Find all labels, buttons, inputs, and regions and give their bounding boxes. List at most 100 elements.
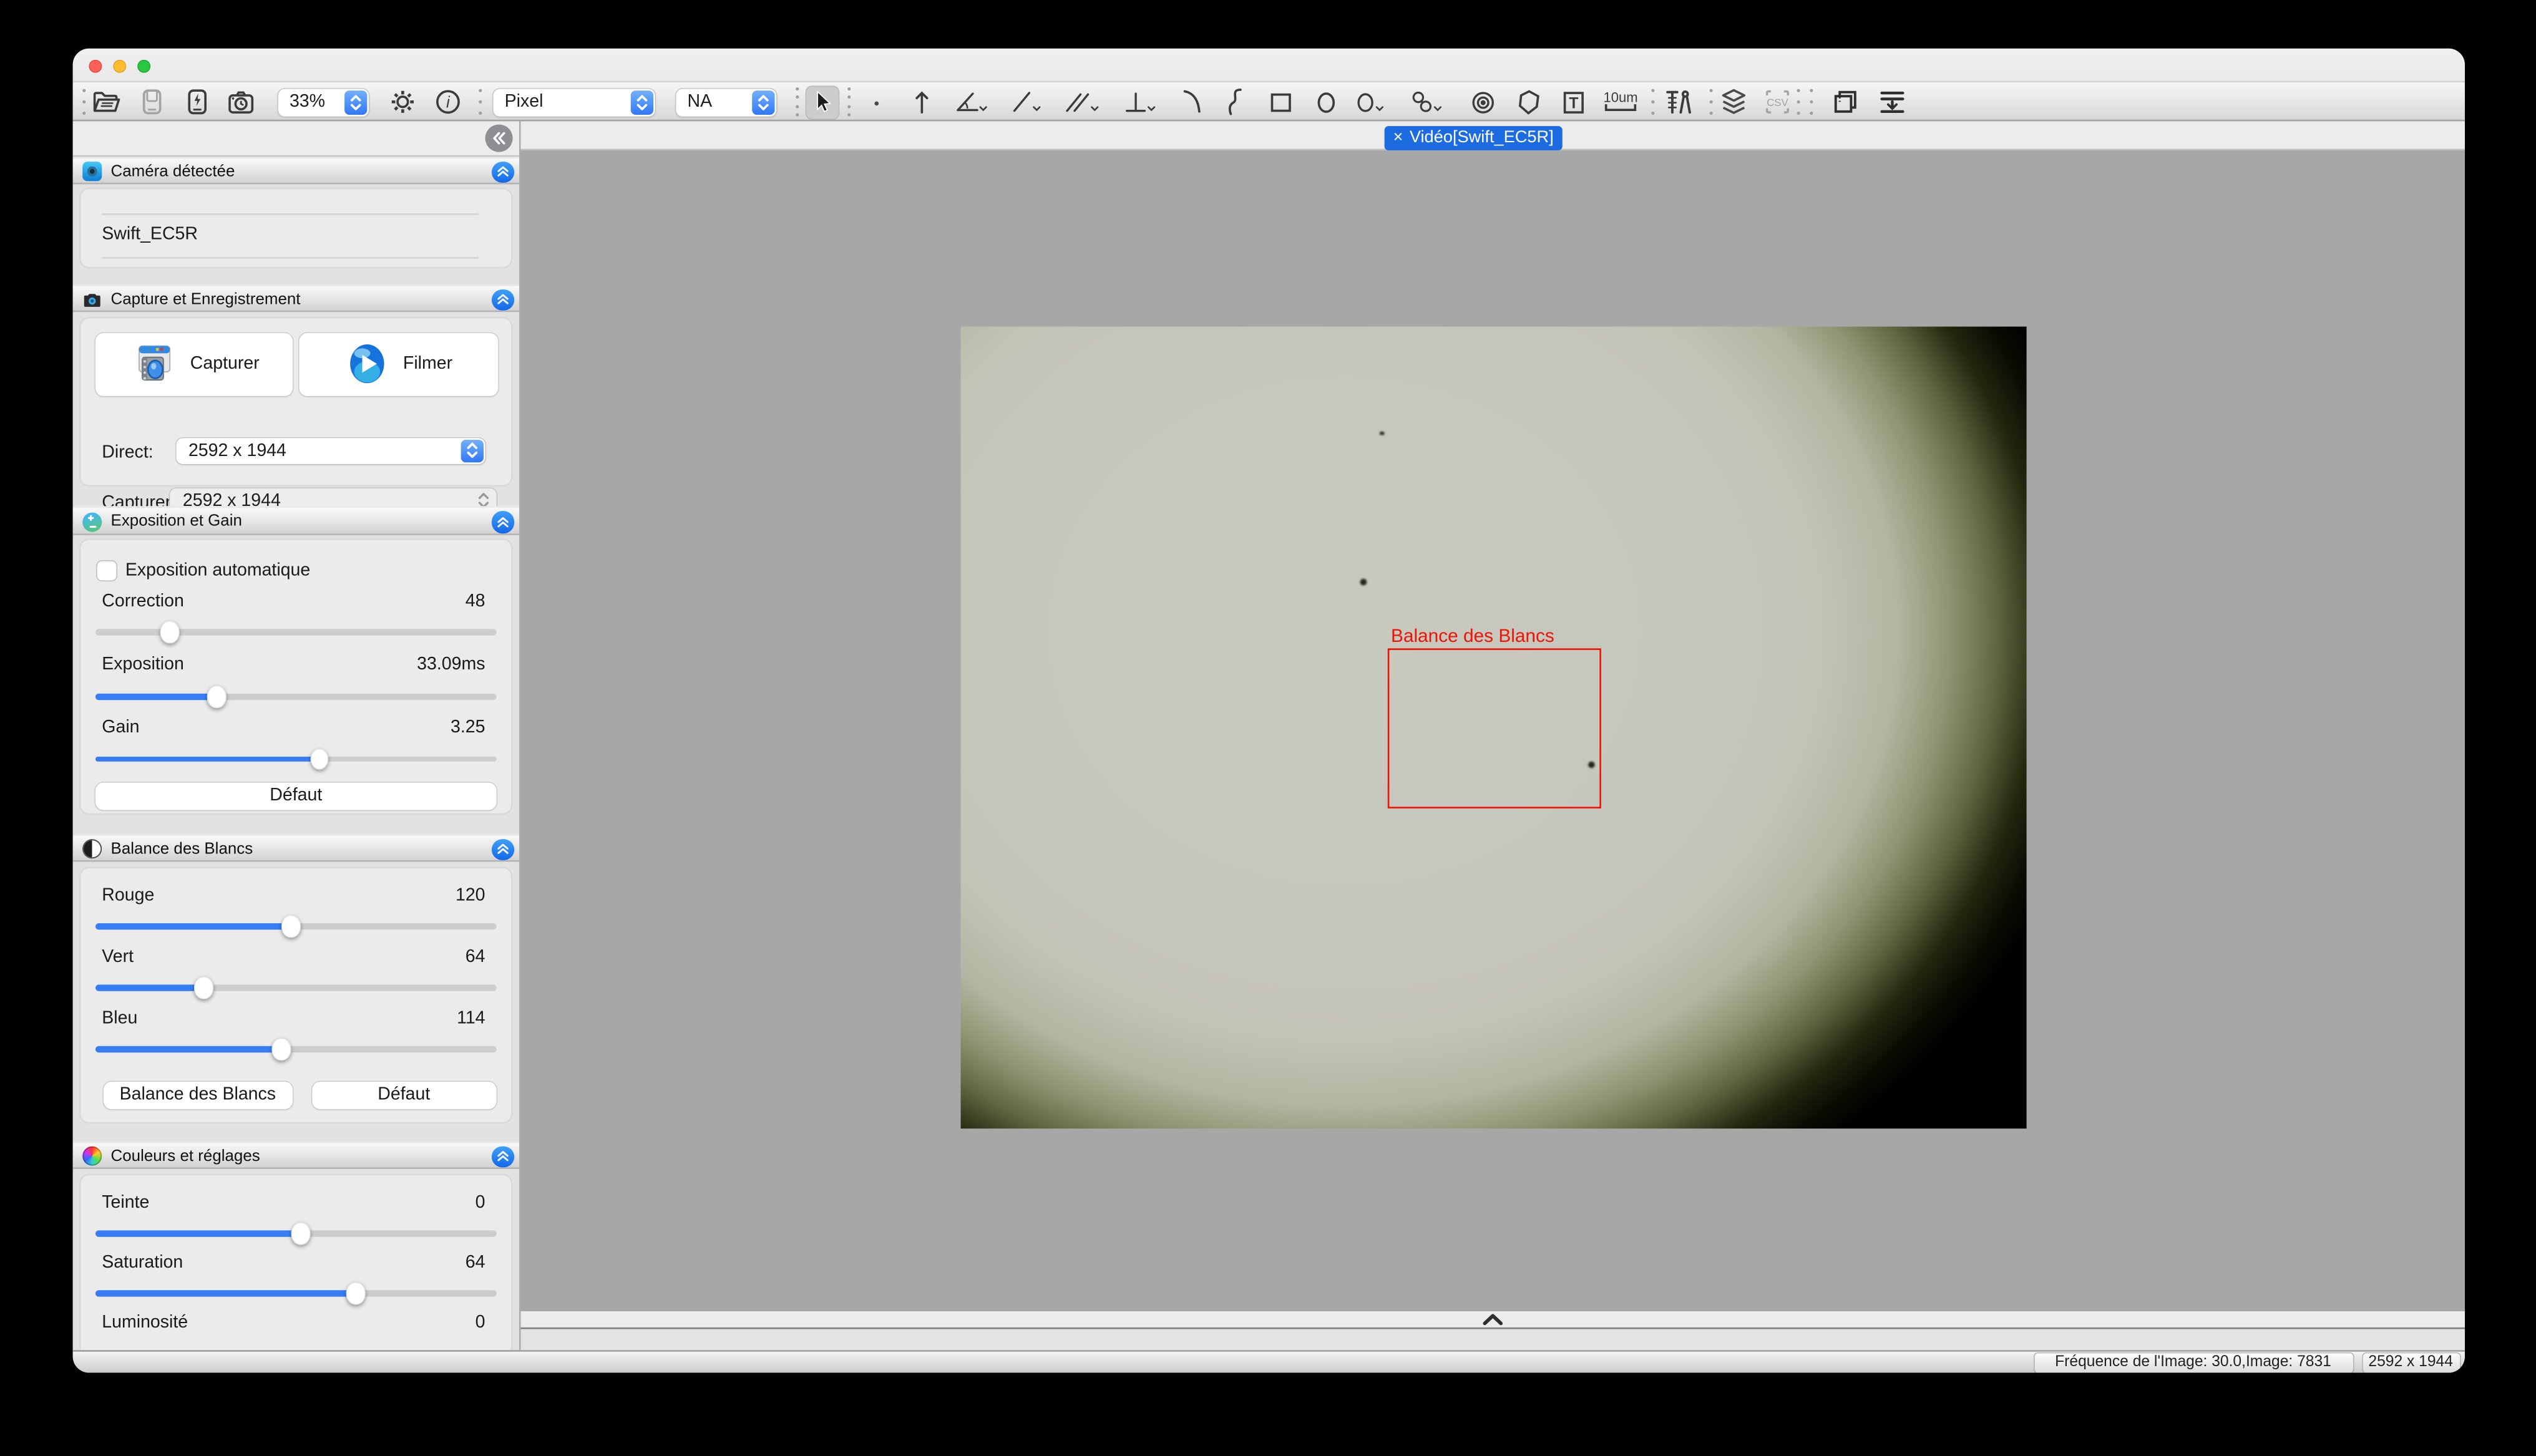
slider-thumb[interactable] [161, 621, 180, 643]
flash-capture-button[interactable] [177, 84, 216, 120]
red-slider[interactable] [95, 915, 497, 937]
slider-track[interactable] [95, 629, 497, 634]
exposure-slider[interactable] [95, 685, 497, 707]
open-folder-button[interactable] [87, 84, 125, 120]
correction-slider[interactable] [95, 620, 497, 643]
arrow-measure-button[interactable] [902, 84, 940, 120]
angle-icon [952, 85, 990, 118]
unit-select[interactable]: Pixel [494, 88, 655, 115]
layers-button[interactable] [1714, 84, 1752, 120]
slider-thumb[interactable] [207, 686, 226, 707]
live-resolution-value: 2592 x 1944 [188, 437, 286, 464]
timed-capture-button[interactable] [221, 84, 260, 120]
white-balance-default-button[interactable]: Défaut [311, 1081, 497, 1109]
line-measure-button[interactable] [1007, 84, 1045, 120]
section-header-camera[interactable]: Caméra détectée [72, 156, 520, 184]
section-header-capture[interactable]: Capture et Enregistrement [72, 284, 520, 312]
measurement-settings-button[interactable] [1659, 84, 1697, 120]
point-measure-button[interactable] [856, 84, 895, 120]
tab-video[interactable]: × Vidéo[Swift_EC5R] [1385, 126, 1563, 150]
na-select[interactable]: NA [676, 88, 776, 115]
section-header-white-balance[interactable]: Balance des Blancs [72, 833, 520, 861]
collapse-section-button[interactable] [492, 161, 514, 183]
perpendicular-measure-button[interactable] [1120, 84, 1159, 120]
fullscreen-window-button[interactable] [137, 59, 150, 73]
stepper-icon[interactable] [752, 90, 774, 114]
linked-circles-measure-button[interactable] [1407, 84, 1445, 120]
saturation-slider[interactable] [95, 1281, 497, 1304]
auto-exposure-checkbox[interactable] [96, 560, 115, 580]
collapse-section-button[interactable] [492, 1145, 514, 1167]
color-panel: Teinte 0 Saturation 64 Luminosité 0 [79, 1173, 513, 1349]
stepper-icon[interactable] [344, 90, 367, 114]
slider-thumb[interactable] [346, 1282, 365, 1304]
slider-thumb[interactable] [194, 976, 213, 998]
camera-name[interactable]: Swift_EC5R [102, 224, 198, 243]
live-resolution-select[interactable]: 2592 x 1944 [175, 437, 484, 464]
stepper-icon[interactable] [461, 439, 483, 463]
export-button[interactable] [1872, 84, 1911, 120]
slider-thumb[interactable] [272, 1038, 291, 1060]
title-bar [72, 49, 2464, 82]
white-balance-panel: Rouge 120 Vert 64 Bleu 114 Balance des B… [79, 866, 513, 1123]
minimize-window-button[interactable] [112, 59, 126, 73]
linked-circles-icon [1407, 85, 1445, 118]
slider-fill [95, 694, 217, 699]
white-balance-roi-rect[interactable] [1388, 648, 1601, 808]
live-video-frame[interactable]: Balance des Blancs [961, 326, 2027, 1128]
open-folder-icon [90, 85, 122, 118]
stepper-icon[interactable] [631, 90, 653, 114]
close-window-button[interactable] [88, 59, 102, 73]
green-slider[interactable] [95, 976, 497, 998]
curve-measure-button[interactable] [1216, 84, 1254, 120]
slider-thumb[interactable] [291, 1222, 310, 1244]
text-annotation-button[interactable]: T [1553, 84, 1592, 120]
circle-icon [1350, 85, 1388, 118]
csv-export-button[interactable]: CSV [1757, 84, 1796, 120]
copy-button[interactable] [1825, 84, 1864, 120]
blue-slider[interactable] [95, 1037, 497, 1060]
bottom-panel-toggle[interactable] [521, 1311, 2464, 1329]
angle-measure-button[interactable] [952, 84, 990, 120]
ellipse-measure-button[interactable] [1306, 84, 1345, 120]
collapse-section-button[interactable] [492, 511, 514, 533]
arc-measure-button[interactable] [1172, 84, 1211, 120]
pointer-tool-selected[interactable] [804, 85, 838, 119]
section-header-exposure[interactable]: Exposition et Gain [72, 506, 520, 534]
collapse-sidebar-button[interactable] [485, 125, 513, 152]
slider-fill [95, 756, 319, 762]
parallel-lines-icon [1062, 85, 1101, 118]
flash-capture-icon [180, 85, 213, 118]
toolbar-drag-handle [1809, 89, 1814, 115]
camera-control-sidebar: Caméra détectée Swift_EC5R Capture et En… [72, 121, 520, 1349]
zoom-level-select[interactable]: 33% [278, 88, 369, 115]
concentric-circles-measure-button[interactable] [1463, 84, 1501, 120]
video-canvas[interactable]: Balance des Blancs [521, 150, 2464, 1311]
tab-close-icon[interactable]: × [1393, 126, 1403, 150]
section-header-color[interactable]: Couleurs et réglages [72, 1141, 520, 1169]
record-button[interactable]: Filmer [299, 332, 498, 396]
slider-thumb[interactable] [310, 748, 329, 770]
capture-button[interactable]: Capturer [95, 332, 293, 396]
exposure-value: 33.09ms [417, 655, 485, 674]
save-button[interactable] [132, 84, 170, 120]
slider-thumb[interactable] [282, 915, 301, 937]
circle-measure-button[interactable] [1350, 84, 1388, 120]
info-button[interactable]: i [429, 84, 467, 120]
slider-fill [95, 1046, 281, 1052]
settings-button[interactable] [383, 84, 422, 120]
double-chevron-up-icon [496, 843, 509, 856]
exposure-default-button[interactable]: Défaut [95, 782, 497, 809]
collapse-section-button[interactable] [492, 838, 514, 860]
record-button-label: Filmer [403, 354, 452, 374]
white-balance-button[interactable]: Balance des Blancs [104, 1081, 292, 1109]
gain-slider[interactable] [95, 747, 497, 769]
collapse-section-button[interactable] [492, 289, 514, 311]
parallel-lines-measure-button[interactable] [1062, 84, 1101, 120]
bottom-panel-filler [521, 1331, 2464, 1349]
scale-bar-button[interactable]: 10um [1597, 84, 1642, 120]
rectangle-measure-button[interactable] [1261, 84, 1299, 120]
hue-slider[interactable] [95, 1221, 497, 1244]
polygon-measure-button[interactable] [1508, 84, 1547, 120]
brightness-label: Luminosité [102, 1312, 188, 1331]
